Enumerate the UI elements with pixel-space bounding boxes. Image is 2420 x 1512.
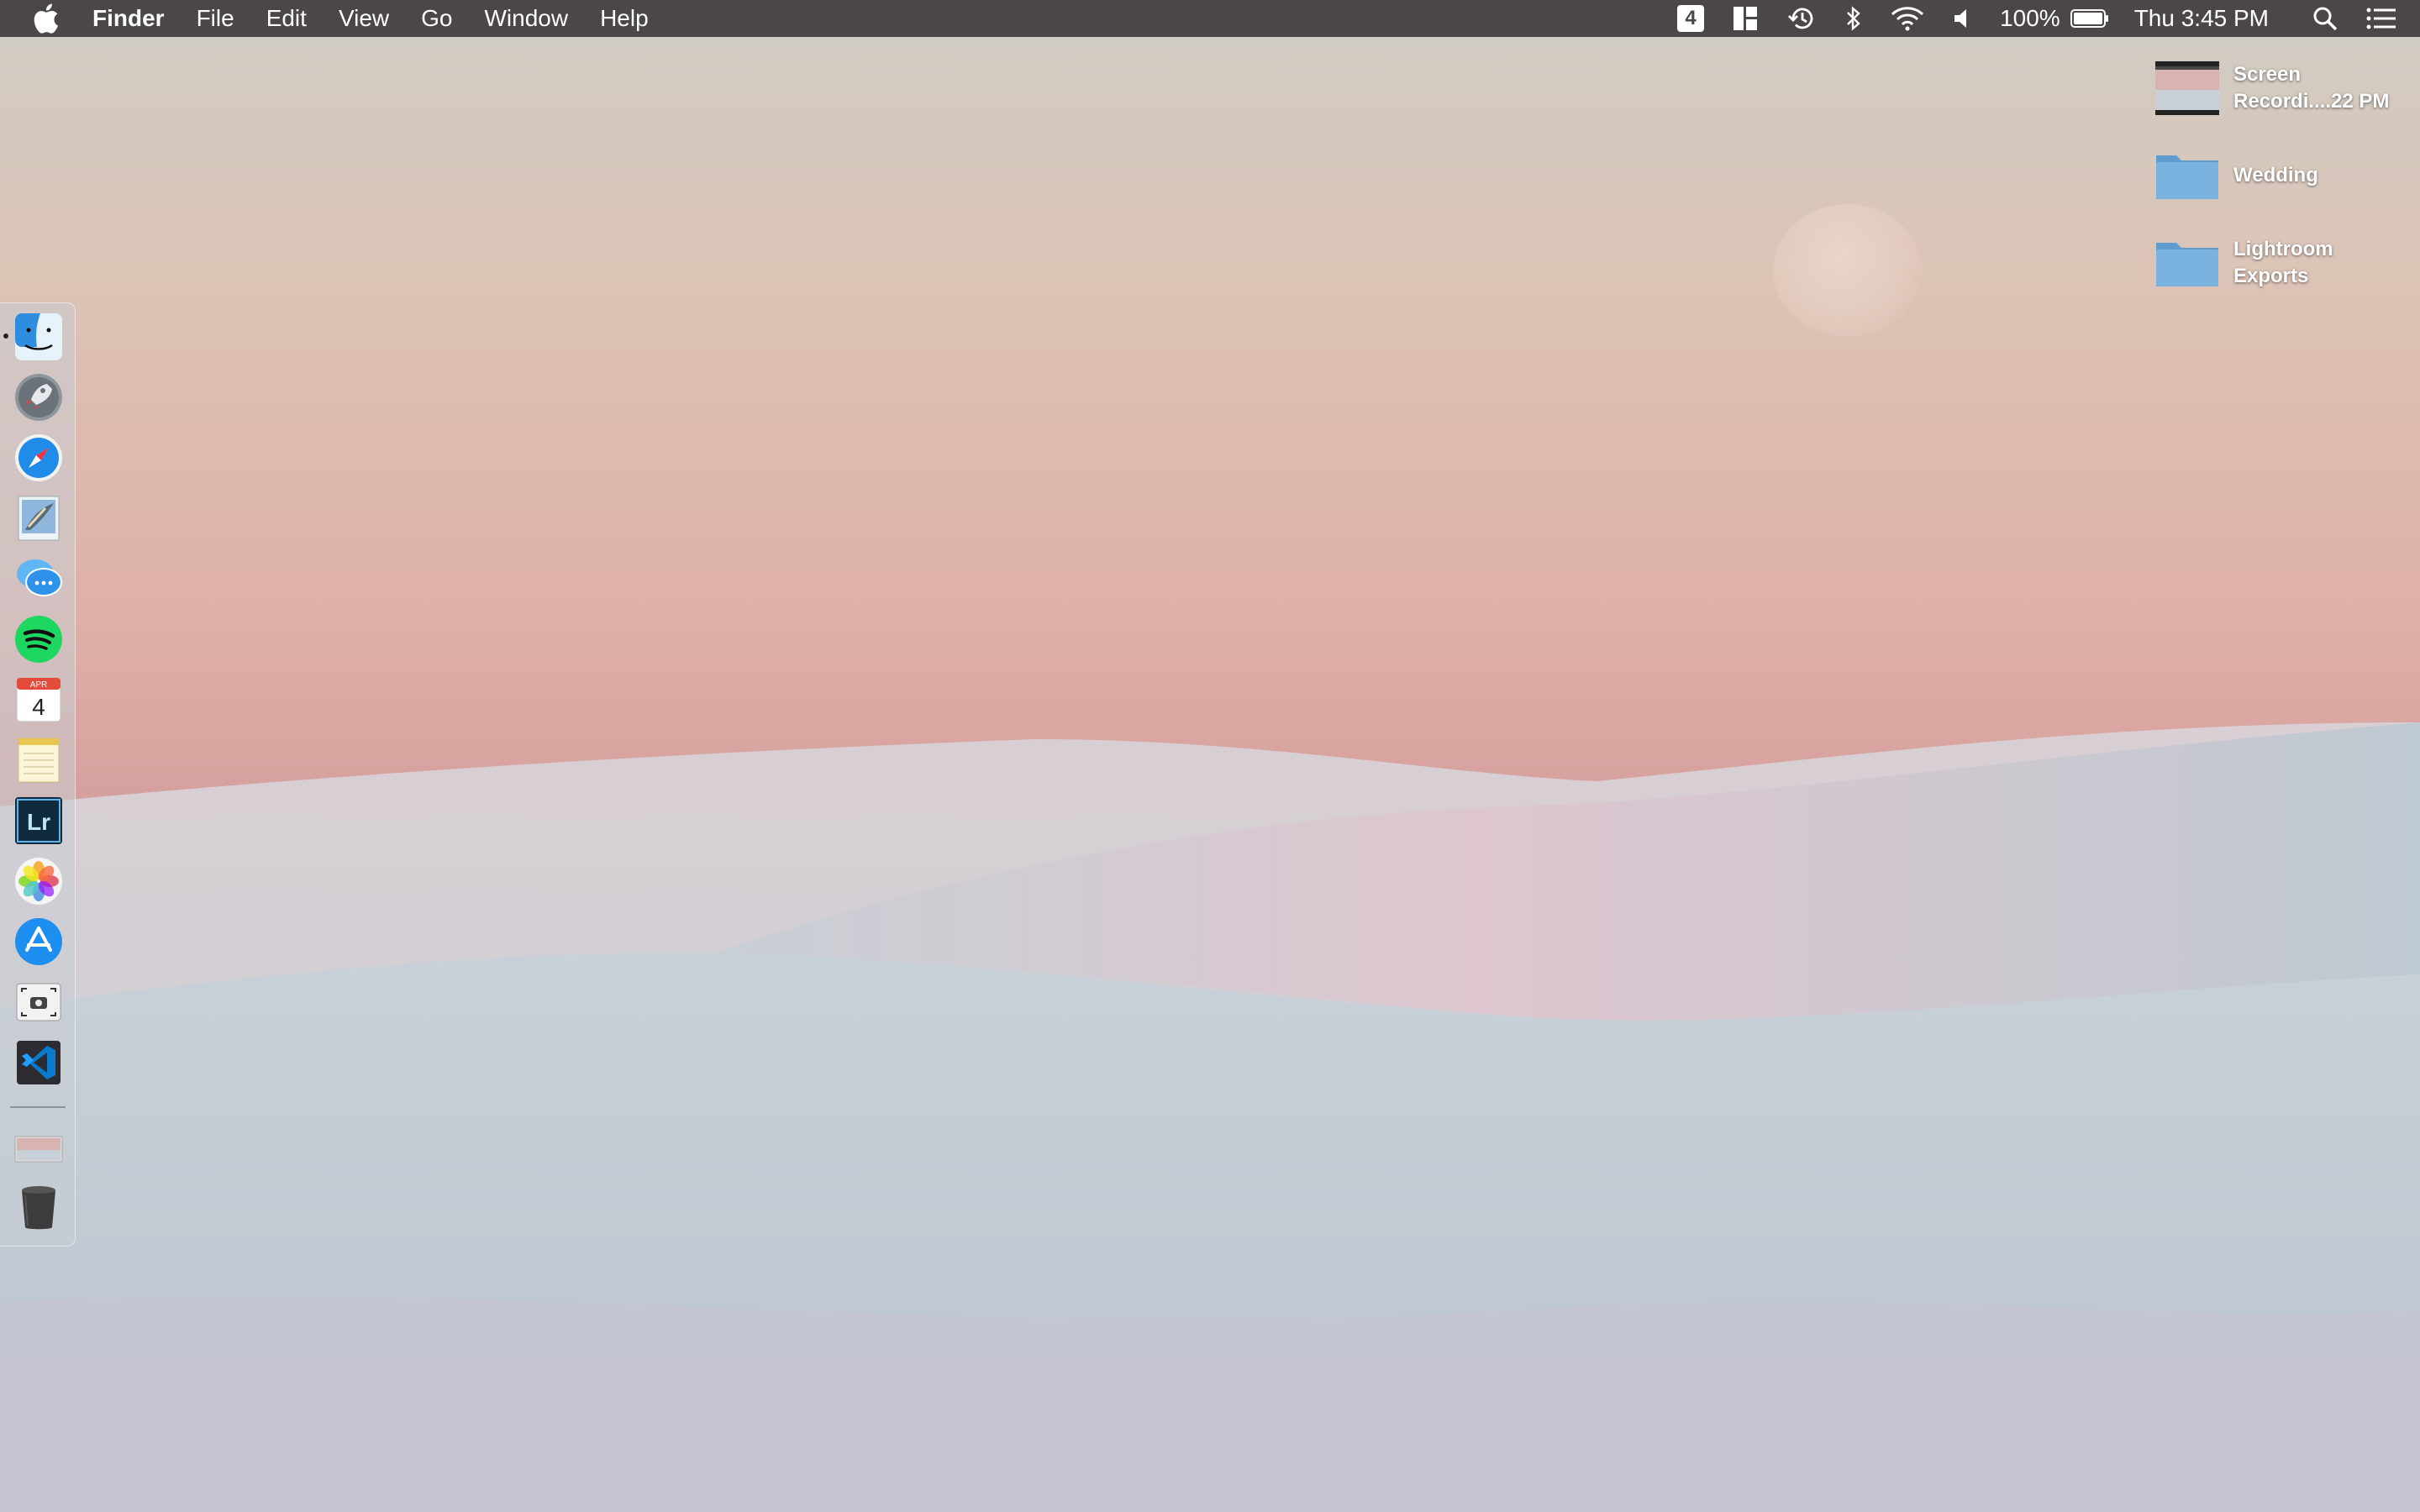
dock-photos-icon[interactable] bbox=[13, 856, 64, 906]
video-thumbnail-icon bbox=[2154, 60, 2220, 116]
calendar-day: 4 bbox=[32, 694, 45, 720]
desktop-item-screen-recording[interactable]: Screen Recordi....22 PM bbox=[2154, 60, 2402, 116]
dock-spotify-icon[interactable] bbox=[13, 614, 64, 664]
wallpaper-dunes bbox=[0, 722, 2420, 1512]
dock-safari-icon[interactable] bbox=[13, 433, 64, 483]
desktop-item-label: Wedding bbox=[2233, 164, 2318, 186]
folder-icon bbox=[2154, 235, 2220, 291]
calendar-month: APR bbox=[30, 680, 48, 690]
lightroom-label: Lr bbox=[27, 809, 50, 835]
folder-icon bbox=[2154, 148, 2220, 203]
dock-stack-thumbnail-icon[interactable] bbox=[13, 1123, 64, 1173]
running-indicator bbox=[3, 333, 8, 339]
desktop-item-lightroom-exports[interactable]: Lightroom Exports bbox=[2154, 235, 2402, 291]
dock-app-store-icon[interactable] bbox=[13, 916, 64, 967]
desktop-item-wedding[interactable]: Wedding bbox=[2154, 148, 2402, 203]
dock: APR 4 Lr bbox=[0, 302, 76, 1247]
dock-finder-icon[interactable] bbox=[13, 312, 64, 362]
desktop-item-label: Lightroom Exports bbox=[2233, 238, 2333, 287]
dock-lightroom-icon[interactable]: Lr bbox=[13, 795, 64, 846]
dock-vscode-icon[interactable] bbox=[13, 1037, 64, 1088]
desktop-item-label: Screen Recordi....22 PM bbox=[2233, 63, 2390, 113]
dock-messages-icon[interactable] bbox=[13, 554, 64, 604]
dock-launchpad-icon[interactable] bbox=[13, 372, 64, 423]
dock-mail-icon[interactable] bbox=[13, 493, 64, 543]
dock-trash-icon[interactable] bbox=[13, 1182, 64, 1232]
dock-calendar-icon[interactable]: APR 4 bbox=[13, 675, 64, 725]
dock-separator bbox=[10, 1106, 66, 1108]
dock-screenshot-icon[interactable] bbox=[13, 977, 64, 1027]
dock-notes-icon[interactable] bbox=[13, 735, 64, 785]
